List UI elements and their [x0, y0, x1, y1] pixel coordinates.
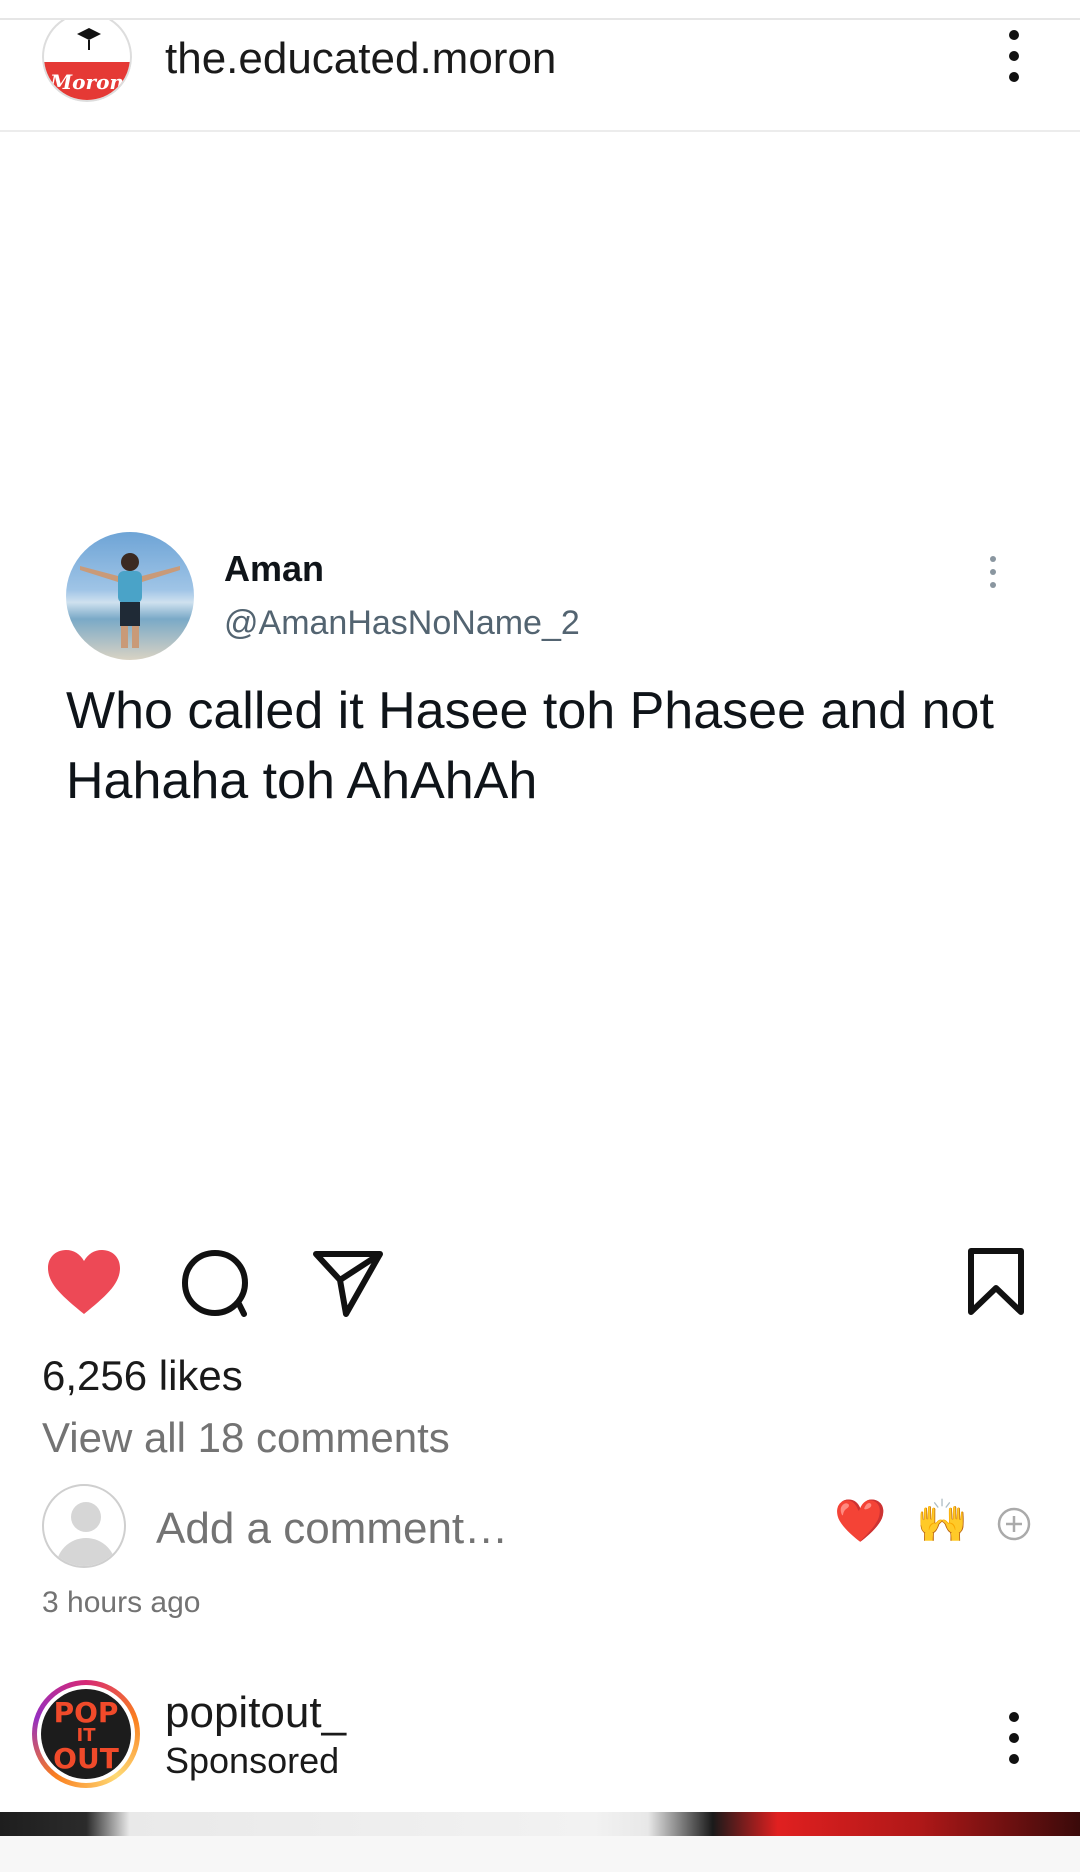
- post-header: Moron the.educated.moron: [0, 20, 1080, 132]
- next-post-header: POP IT OUT popitout_ Sponsored: [0, 1680, 1080, 1790]
- post-action-bar: [0, 1240, 1080, 1320]
- quick-reaction-raised-hands[interactable]: 🙌: [916, 1496, 968, 1546]
- bottom-area: [0, 1836, 1080, 1872]
- quick-reaction-heart[interactable]: ❤️: [834, 1496, 886, 1546]
- divider: [0, 130, 1080, 132]
- add-reaction-icon[interactable]: [996, 1506, 1032, 1542]
- instagram-feed: Moron the.educated.moron Aman @AmanHasNo…: [0, 0, 1080, 1872]
- tweet-author-handle: @AmanHasNoName_2: [224, 604, 580, 642]
- tweet-text: Who called it Hasee toh Phasee and not H…: [66, 682, 994, 810]
- heart-icon[interactable]: [46, 1248, 122, 1316]
- tweet-avatar: [66, 532, 194, 660]
- graduation-cap-icon: [77, 28, 101, 50]
- more-options-icon[interactable]: [1004, 28, 1024, 84]
- add-comment-row: Add a comment… ❤️ 🙌: [0, 1482, 1080, 1568]
- share-icon[interactable]: [312, 1248, 384, 1318]
- avatar-text: Moron: [50, 70, 124, 94]
- sponsor-username[interactable]: popitout_: [165, 1688, 346, 1738]
- avatar-logo: Moron: [42, 20, 132, 102]
- sponsor-avatar[interactable]: POP IT OUT: [32, 1680, 140, 1788]
- current-user-avatar: [42, 1484, 126, 1568]
- post-username[interactable]: the.educated.moron: [165, 34, 556, 84]
- sponsored-label: Sponsored: [165, 1740, 340, 1781]
- likes-count[interactable]: 6,256 likes: [42, 1352, 243, 1400]
- tweet-author-name: Aman: [224, 548, 325, 589]
- post-timestamp: 3 hours ago: [42, 1586, 201, 1619]
- tweet-more-icon: [988, 556, 998, 590]
- account-avatar[interactable]: Moron: [42, 20, 132, 102]
- add-comment-input[interactable]: Add a comment…: [156, 1504, 508, 1554]
- person-silhouette-icon: [80, 553, 180, 648]
- bookmark-icon[interactable]: [966, 1246, 1026, 1318]
- view-all-comments-link[interactable]: View all 18 comments: [42, 1414, 450, 1462]
- sponsor-logo: POP IT OUT: [41, 1689, 131, 1779]
- next-post-media[interactable]: [0, 1812, 1080, 1836]
- more-options-icon[interactable]: [1004, 1710, 1024, 1766]
- comment-icon[interactable]: [180, 1248, 250, 1318]
